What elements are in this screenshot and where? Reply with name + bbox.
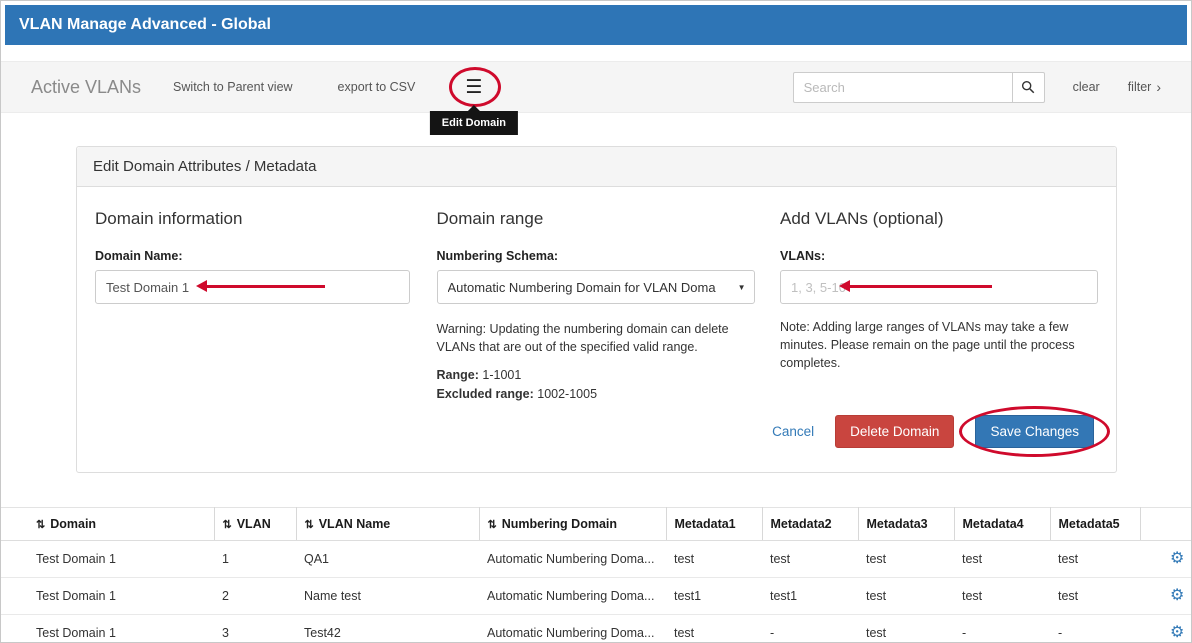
cell-vlan: 2: [214, 578, 296, 615]
th-metadata4: Metadata4: [954, 508, 1050, 541]
row-settings-gear-icon[interactable]: ⚙: [1170, 624, 1184, 641]
domain-information-column: Domain information Domain Name:: [95, 209, 437, 401]
sort-icon: ⇅: [305, 519, 314, 531]
th-actions: [1140, 508, 1192, 541]
th-metadata3: Metadata3: [858, 508, 954, 541]
cell-metadata4: -: [954, 615, 1050, 643]
cell-vlan-name: Test42: [296, 615, 479, 643]
table-header-row: ⇅Domain ⇅VLAN ⇅VLAN Name ⇅Numbering Doma…: [1, 508, 1192, 541]
domain-range-heading: Domain range: [437, 209, 780, 229]
th-domain[interactable]: ⇅Domain: [1, 508, 214, 541]
cell-vlan: 1: [214, 541, 296, 578]
cell-vlan: 3: [214, 615, 296, 643]
search-input[interactable]: [793, 72, 1013, 103]
cell-domain: Test Domain 1: [1, 578, 214, 615]
toolbar: Active VLANs Switch to Parent view expor…: [1, 61, 1191, 113]
cell-metadata5: test: [1050, 541, 1140, 578]
range-warning-text: Warning: Updating the numbering domain c…: [437, 320, 749, 356]
cell-metadata1: test: [666, 615, 762, 643]
hamburger-icon: ☰: [461, 76, 486, 99]
domain-name-label: Domain Name:: [95, 249, 437, 263]
cell-numbering-domain: Automatic Numbering Doma...: [479, 541, 666, 578]
cell-metadata1: test1: [666, 578, 762, 615]
row-settings-gear-icon[interactable]: ⚙: [1170, 550, 1184, 567]
th-metadata2: Metadata2: [762, 508, 858, 541]
numbering-schema-value: Automatic Numbering Domain for VLAN Doma: [448, 280, 716, 295]
cell-metadata5: -: [1050, 615, 1140, 643]
vlans-note-text: Note: Adding large ranges of VLANs may t…: [780, 318, 1080, 372]
cell-metadata4: test: [954, 578, 1050, 615]
filter-link[interactable]: filter ›: [1128, 80, 1161, 94]
cell-metadata2: test: [762, 541, 858, 578]
tooltip-caret: [468, 105, 480, 111]
sort-icon: ⇅: [488, 519, 497, 531]
cell-numbering-domain: Automatic Numbering Doma...: [479, 615, 666, 643]
delete-domain-button[interactable]: Delete Domain: [835, 415, 954, 448]
excluded-range-line: Excluded range: 1002-1005: [437, 387, 780, 401]
cell-metadata1: test: [666, 541, 762, 578]
th-metadata5: Metadata5: [1050, 508, 1140, 541]
search-icon: [1021, 80, 1035, 94]
cell-metadata3: test: [858, 578, 954, 615]
numbering-schema-label: Numbering Schema:: [437, 249, 780, 263]
chevron-right-icon: ›: [1156, 80, 1161, 94]
vlan-table: ⇅Domain ⇅VLAN ⇅VLAN Name ⇅Numbering Doma…: [1, 507, 1192, 643]
domain-range-column: Domain range Numbering Schema: Automatic…: [437, 209, 780, 401]
toolbar-right-group: clear filter ›: [793, 72, 1161, 103]
th-numbering-domain[interactable]: ⇅Numbering Domain: [479, 508, 666, 541]
range-value: 1-1001: [482, 368, 521, 382]
sort-icon: ⇅: [223, 519, 232, 531]
vlans-input[interactable]: [780, 270, 1098, 304]
cell-vlan-name: Name test: [296, 578, 479, 615]
save-changes-button[interactable]: Save Changes: [975, 415, 1094, 448]
excluded-range-label: Excluded range:: [437, 387, 534, 401]
switch-parent-view-link[interactable]: Switch to Parent view: [173, 80, 293, 94]
excluded-range-value: 1002-1005: [537, 387, 597, 401]
edit-domain-tooltip: Edit Domain: [430, 111, 518, 135]
range-label: Range:: [437, 368, 479, 382]
th-metadata1: Metadata1: [666, 508, 762, 541]
filter-label: filter: [1128, 80, 1152, 94]
table-row: Test Domain 1 3 Test42 Automatic Numberi…: [1, 615, 1192, 643]
panel-body: Domain information Domain Name: Domain r…: [77, 187, 1116, 401]
add-vlans-column: Add VLANs (optional) VLANs: Note: Adding…: [780, 209, 1098, 401]
cancel-link[interactable]: Cancel: [772, 424, 814, 439]
table-row: Test Domain 1 1 QA1 Automatic Numbering …: [1, 541, 1192, 578]
tooltip-label: Edit Domain: [442, 117, 506, 129]
cell-metadata3: test: [858, 541, 954, 578]
cell-numbering-domain: Automatic Numbering Doma...: [479, 578, 666, 615]
vlans-label: VLANs:: [780, 249, 1098, 263]
th-vlan-name[interactable]: ⇅VLAN Name: [296, 508, 479, 541]
table-row: Test Domain 1 2 Name test Automatic Numb…: [1, 578, 1192, 615]
row-settings-gear-icon[interactable]: ⚙: [1170, 587, 1184, 604]
cell-metadata2: -: [762, 615, 858, 643]
export-csv-link[interactable]: export to CSV: [338, 80, 416, 94]
th-vlan[interactable]: ⇅VLAN: [214, 508, 296, 541]
section-title: Active VLANs: [31, 77, 141, 98]
clear-link[interactable]: clear: [1073, 80, 1100, 94]
panel-title: Edit Domain Attributes / Metadata: [77, 147, 1116, 187]
domain-information-heading: Domain information: [95, 209, 437, 229]
app-header: VLAN Manage Advanced - Global: [5, 5, 1187, 45]
domain-name-input[interactable]: [95, 270, 410, 304]
cell-domain: Test Domain 1: [1, 541, 214, 578]
sort-icon: ⇅: [36, 519, 45, 531]
range-line: Range: 1-1001: [437, 368, 780, 382]
panel-actions: Cancel Delete Domain Save Changes: [77, 401, 1116, 472]
page: VLAN Manage Advanced - Global Active VLA…: [0, 0, 1192, 643]
cell-metadata5: test: [1050, 578, 1140, 615]
cell-metadata2: test1: [762, 578, 858, 615]
edit-domain-panel: Edit Domain Attributes / Metadata Domain…: [76, 146, 1117, 473]
page-title: VLAN Manage Advanced - Global: [19, 16, 271, 34]
numbering-schema-select[interactable]: Automatic Numbering Domain for VLAN Doma…: [437, 270, 755, 304]
cell-metadata4: test: [954, 541, 1050, 578]
caret-down-icon: ▼: [738, 283, 746, 292]
cell-metadata3: test: [858, 615, 954, 643]
edit-domain-menu-button[interactable]: ☰ Edit Domain: [461, 76, 486, 99]
cell-vlan-name: QA1: [296, 541, 479, 578]
add-vlans-heading: Add VLANs (optional): [780, 209, 1098, 229]
search-button[interactable]: [1012, 72, 1045, 103]
cell-domain: Test Domain 1: [1, 615, 214, 643]
